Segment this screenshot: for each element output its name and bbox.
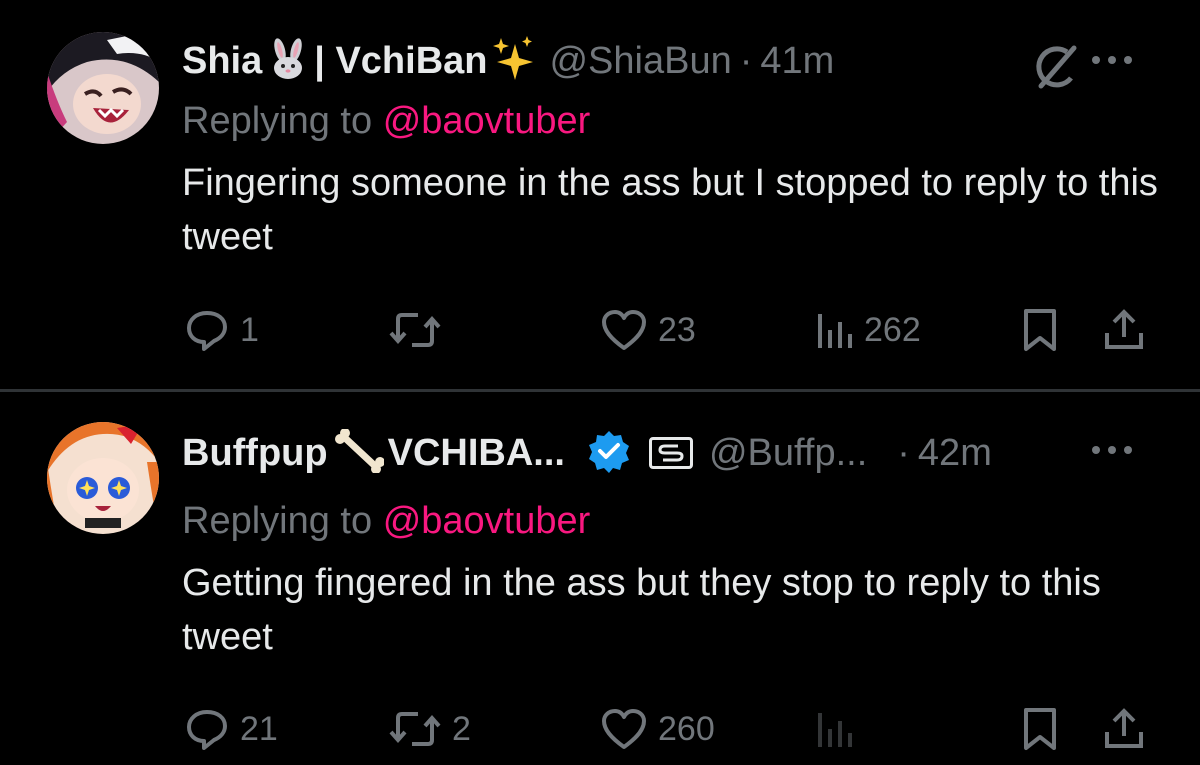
bone-emoji-icon	[332, 427, 385, 478]
bookmark-icon	[1024, 708, 1056, 750]
share-icon	[1105, 309, 1143, 349]
tweet-text: Fingering someone in the ass but I stopp…	[182, 162, 1158, 258]
replying-to: Replying to @baovtuber	[182, 100, 590, 143]
mention-link[interactable]: @baovtuber	[383, 100, 591, 142]
sparkles-emoji-icon	[491, 35, 537, 87]
tweet-text: Getting fingered in the ass but they sto…	[182, 562, 1101, 658]
grok-icon[interactable]	[1027, 40, 1083, 96]
display-name-suffix[interactable]: VCHIBA...	[388, 432, 565, 475]
more-icon[interactable]	[1092, 440, 1132, 460]
replying-to: Replying to @baovtuber	[182, 500, 590, 543]
affiliate-badge-icon[interactable]	[648, 437, 693, 469]
mention-link[interactable]: @baovtuber	[383, 500, 591, 542]
reply-icon	[187, 311, 227, 351]
display-name[interactable]: Buffpup	[182, 432, 328, 475]
separator: ·	[897, 431, 910, 474]
timestamp[interactable]: 42m	[918, 432, 992, 475]
bookmark-button[interactable]	[1020, 699, 1060, 759]
user-handle[interactable]: @ShiaBun	[549, 40, 731, 83]
action-bar: 1 23 262	[0, 300, 1200, 360]
retweet-icon	[389, 712, 441, 746]
share-button[interactable]	[1102, 699, 1146, 759]
display-name-suffix[interactable]: | VchiBan	[314, 40, 487, 83]
views-button[interactable]: 262	[814, 300, 921, 360]
heart-icon	[602, 709, 646, 749]
tweet[interactable]: Shia | VchiBan @ShiaBun · 41m Replying t…	[0, 0, 1200, 390]
replying-prefix: Replying to	[182, 500, 373, 542]
reply-button[interactable]: 1	[184, 300, 259, 360]
reply-icon	[187, 710, 227, 750]
retweet-count: 2	[452, 709, 471, 748]
user-handle[interactable]: @Buffp...	[709, 432, 867, 475]
like-button[interactable]: 23	[600, 300, 696, 360]
views-button[interactable]	[814, 699, 864, 759]
reply-button[interactable]: 21	[184, 699, 278, 759]
reply-count: 21	[240, 709, 278, 748]
like-count: 260	[658, 709, 715, 748]
retweet-icon	[389, 313, 441, 347]
like-button[interactable]: 260	[600, 699, 715, 759]
display-name[interactable]: Shia	[182, 40, 262, 83]
verified-badge-icon[interactable]	[587, 429, 631, 478]
replying-prefix: Replying to	[182, 100, 373, 142]
view-count: 262	[864, 310, 921, 349]
rabbit-emoji-icon	[266, 37, 310, 85]
more-icon[interactable]	[1092, 50, 1132, 70]
reply-count: 1	[240, 310, 259, 349]
timestamp[interactable]: 41m	[760, 40, 834, 83]
like-count: 23	[658, 310, 696, 349]
avatar[interactable]	[47, 422, 159, 534]
tweet[interactable]: Buffpup VCHIBA... @Buffp... · 42m Replyi…	[0, 392, 1200, 765]
share-icon	[1105, 708, 1143, 748]
retweet-button[interactable]	[388, 300, 452, 360]
heart-icon	[602, 310, 646, 350]
separator: ·	[739, 39, 753, 82]
tweet-header: Buffpup VCHIBA... @Buffp... · 42m	[182, 427, 992, 478]
retweet-button[interactable]: 2	[388, 699, 471, 759]
avatar[interactable]	[47, 32, 159, 144]
tweet-header: Shia | VchiBan @ShiaBun · 41m	[182, 35, 834, 87]
action-bar: 21 2 260	[0, 699, 1200, 759]
bookmark-icon	[1024, 309, 1056, 351]
views-icon	[818, 314, 852, 348]
share-button[interactable]	[1102, 300, 1146, 360]
views-icon	[818, 713, 852, 747]
bookmark-button[interactable]	[1020, 300, 1060, 360]
